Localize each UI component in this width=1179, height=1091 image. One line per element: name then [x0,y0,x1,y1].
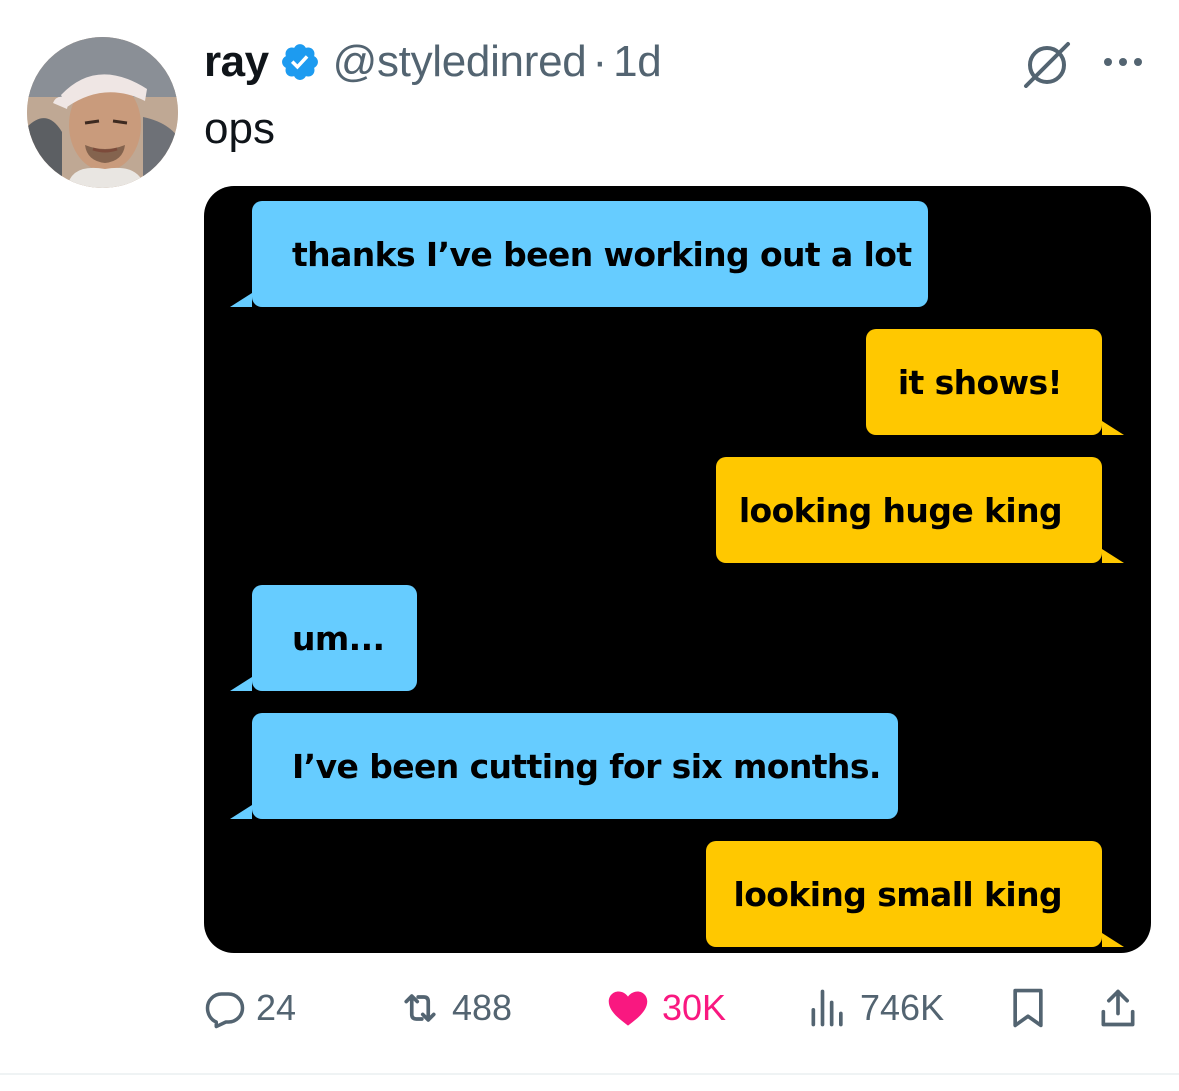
separator-dot: · [592,37,608,86]
chat-bubble-received: thanks I’ve been working out a lot [230,201,928,307]
bookmark-icon [1013,988,1043,1028]
heart-icon [608,991,648,1026]
chat-bubble-sent: it shows! [866,329,1124,435]
views-button[interactable]: 746K [806,980,944,1036]
repost-count: 488 [452,987,513,1028]
tweet-action-bar: 24 488 30K 746K [0,980,1179,1036]
chat-message-text: I’ve been cutting for six months. [292,746,881,786]
reply-count: 24 [256,987,297,1028]
reply-icon [205,992,245,1029]
chat-message-text: it shows! [897,362,1063,402]
author-avatar[interactable] [27,37,178,188]
like-button[interactable]: 30K [604,980,726,1036]
views-count: 746K [860,987,945,1028]
tweet-timestamp[interactable]: 1d [613,37,662,87]
grok-icon[interactable] [1020,40,1074,88]
repost-icon [404,994,436,1022]
share-button[interactable] [1096,980,1140,1036]
user-avatar-photo [27,37,178,188]
share-icon [1101,989,1135,1027]
tweet-header: ray @styledinred · 1d [204,34,662,90]
chat-bubble-sent: looking huge king [716,457,1124,563]
reply-button[interactable]: 24 [204,980,296,1036]
chat-message-text: looking small king [733,874,1063,914]
chat-bubble-received: um... [230,585,417,691]
repost-button[interactable]: 488 [398,980,512,1036]
chat-message-text: looking huge king [738,490,1063,530]
tweet-text: ops [204,104,275,153]
chat-message-text: thanks I’ve been working out a lot [292,234,912,274]
chat-bubble-received: I’ve been cutting for six months. [230,713,898,819]
bookmark-button[interactable] [1006,980,1050,1036]
author-handle[interactable]: @styledinred [333,37,587,87]
more-horizontal-icon[interactable] [1098,44,1148,80]
bottom-divider [0,1073,1179,1075]
author-display-name[interactable]: ray [204,37,269,87]
verified-badge-icon[interactable] [279,41,321,83]
chat-message-text: um... [292,618,385,658]
views-icon [811,989,843,1027]
chat-bubble-sent: looking small king [706,841,1124,947]
like-count: 30K [662,987,727,1028]
tweet-media-image[interactable]: thanks I’ve been working out a lot it sh… [204,186,1151,953]
